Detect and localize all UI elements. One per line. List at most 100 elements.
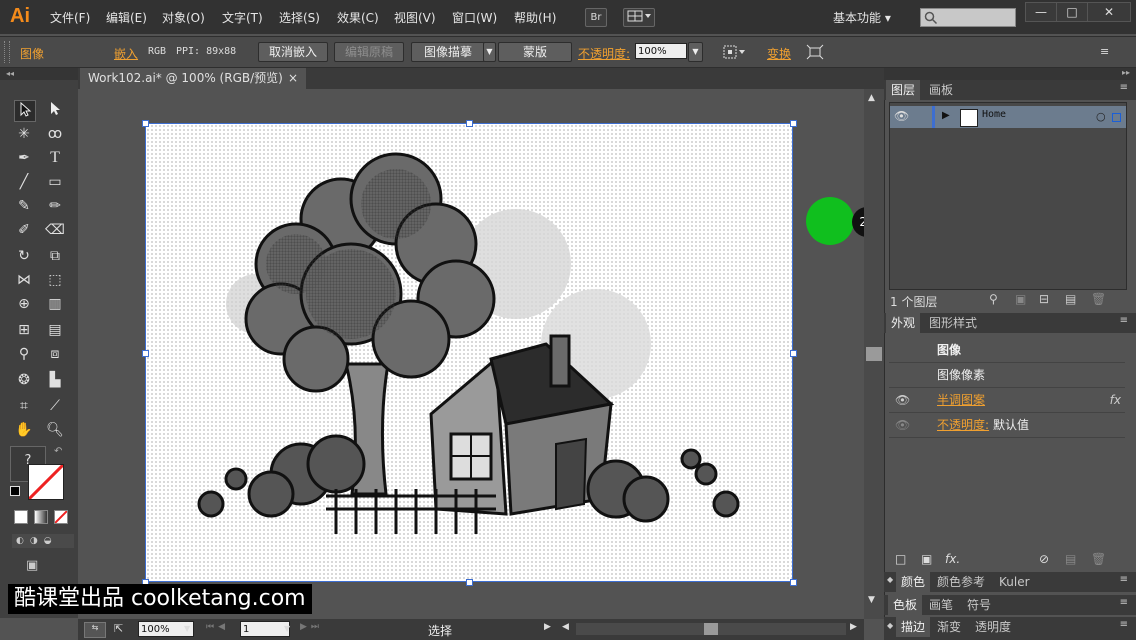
arrange-documents-button[interactable] xyxy=(623,8,655,27)
clipping-mask-icon[interactable]: ▣ xyxy=(1015,292,1026,306)
layers-menu-icon[interactable]: ≡ xyxy=(1120,82,1128,93)
menu-select[interactable]: 选择(S) xyxy=(279,9,320,26)
status-menu-icon[interactable]: ▶ xyxy=(544,622,551,632)
blob-brush-tool-icon[interactable]: ✐ xyxy=(14,220,34,240)
selection-handle-tr[interactable] xyxy=(790,120,797,127)
default-colors-icon[interactable] xyxy=(10,486,20,496)
scroll-thumb[interactable] xyxy=(866,347,882,361)
maximize-button[interactable]: □ xyxy=(1056,2,1088,22)
layer-row-home[interactable]: 👁︎ ▶ Home ○ xyxy=(890,106,1126,128)
tab-symbols[interactable]: 符号 xyxy=(962,595,996,615)
opacity-dropdown[interactable]: ▼ xyxy=(688,42,703,62)
menu-view[interactable]: 视图(V) xyxy=(394,9,436,26)
collapse-arrows-icon-2[interactable]: ◆ xyxy=(887,621,893,630)
pen-tool-icon[interactable]: ✒ xyxy=(14,148,34,168)
direct-selection-tool-icon[interactable] xyxy=(45,100,65,120)
width-tool-icon[interactable]: ⋈ xyxy=(14,270,34,290)
first-prev-artboard-icon[interactable]: ⏮◀ xyxy=(206,622,229,632)
stroke-swatch-icon[interactable] xyxy=(28,464,64,500)
tab-gradient[interactable]: 渐变 xyxy=(932,617,966,637)
tab-layers[interactable]: 图层 xyxy=(886,80,921,100)
line-tool-icon[interactable]: ╱ xyxy=(14,172,34,192)
locate-object-icon[interactable]: ⚲ xyxy=(989,292,998,306)
transform-link[interactable]: 变换 xyxy=(767,45,791,62)
grip-handle[interactable] xyxy=(4,41,10,63)
close-window-button[interactable]: ✕ xyxy=(1087,2,1131,22)
hscroll-thumb[interactable] xyxy=(704,623,718,635)
artboard-nav-icon[interactable]: ⇆ xyxy=(84,622,106,638)
rotate-tool-icon[interactable]: ↻ xyxy=(14,246,34,266)
blend-tool-icon[interactable]: ⧈ xyxy=(45,344,65,364)
add-effect-icon[interactable]: fx. xyxy=(945,552,960,566)
visibility-eye-icon[interactable]: 👁︎ xyxy=(895,388,910,412)
tab-appearance[interactable]: 外观 xyxy=(886,313,921,333)
zoom-tool-icon[interactable]: 🔍︎ xyxy=(45,420,65,440)
new-sublayer-icon[interactable]: ⊟ xyxy=(1039,292,1049,306)
rectangle-tool-icon[interactable]: ▭ xyxy=(45,172,65,192)
edit-original-button[interactable]: 编辑原稿 xyxy=(334,42,404,62)
color-menu-icon[interactable]: ≡ xyxy=(1120,574,1128,585)
lasso-tool-icon[interactable]: ꝏ xyxy=(45,124,65,144)
pencil-tool-icon[interactable]: ✏ xyxy=(45,196,65,216)
add-fill-icon[interactable]: ▣ xyxy=(921,552,932,566)
scroll-down-icon[interactable]: ▼ xyxy=(868,595,875,605)
selected-square-icon[interactable] xyxy=(1112,113,1121,122)
gradient-mode-icon[interactable] xyxy=(34,510,48,524)
bridge-button[interactable]: Br xyxy=(585,8,607,27)
artboard[interactable] xyxy=(145,123,793,582)
share-icon[interactable]: ⇱ xyxy=(114,622,123,635)
opacity-input[interactable]: 100% xyxy=(635,43,687,59)
color-mode-icon[interactable] xyxy=(14,510,28,524)
new-layer-icon[interactable]: ▤ xyxy=(1065,292,1076,306)
expand-panels-icon[interactable]: ▸▸ xyxy=(884,68,1136,80)
fx-icon[interactable]: fx xyxy=(1110,388,1121,412)
duplicate-item-icon[interactable]: ▤ xyxy=(1065,552,1076,566)
clear-appearance-icon[interactable]: ⊘ xyxy=(1039,552,1049,566)
scroll-up-icon[interactable]: ▲ xyxy=(868,93,875,103)
appearance-row-image[interactable]: 图像 xyxy=(889,338,1125,363)
help-search-input[interactable] xyxy=(920,8,1016,27)
gradient-tool-icon[interactable]: ▤ xyxy=(45,320,65,340)
selection-handle-mr[interactable] xyxy=(790,350,797,357)
isolate-icon[interactable] xyxy=(806,44,824,60)
menu-file[interactable]: 文件(F) xyxy=(50,9,90,26)
collapse-icon[interactable]: ◂◂ xyxy=(0,68,78,80)
tab-color[interactable]: 颜色 xyxy=(896,572,931,592)
menu-edit[interactable]: 编辑(E) xyxy=(106,9,147,26)
zoom-dropdown-icon[interactable]: ▼ xyxy=(184,621,196,637)
target-circle-icon[interactable]: ○ xyxy=(1096,110,1106,123)
slice-tool-icon[interactable]: ⟋ xyxy=(45,396,65,416)
selection-handle-tl[interactable] xyxy=(142,120,149,127)
opacity-label[interactable]: 不透明度: xyxy=(578,45,630,62)
menu-type[interactable]: 文字(T) xyxy=(222,9,263,26)
swatches-menu-icon[interactable]: ≡ xyxy=(1120,597,1128,608)
symbol-sprayer-tool-icon[interactable]: ❂ xyxy=(14,370,34,390)
selection-tool-icon[interactable] xyxy=(14,100,36,122)
menu-object[interactable]: 对象(O) xyxy=(162,9,205,26)
expand-triangle-icon[interactable]: ▶ xyxy=(942,110,950,121)
image-trace-button[interactable]: 图像描摹 xyxy=(411,42,485,62)
unembed-button[interactable]: 取消嵌入 xyxy=(258,42,328,62)
layer-name[interactable]: Home xyxy=(982,109,1006,120)
free-transform-tool-icon[interactable]: ⬚ xyxy=(45,270,65,290)
delete-item-icon[interactable]: 🗑︎ xyxy=(1091,552,1106,566)
none-mode-icon[interactable] xyxy=(54,510,68,524)
menu-help[interactable]: 帮助(H) xyxy=(514,9,556,26)
minimize-button[interactable]: — xyxy=(1025,2,1057,22)
tab-brushes[interactable]: 画笔 xyxy=(924,595,958,615)
appearance-row-pixels[interactable]: 图像像素 xyxy=(889,363,1125,388)
artboard-dropdown-icon[interactable]: ▼ xyxy=(284,621,296,637)
mask-button[interactable]: 蒙版 xyxy=(498,42,572,62)
tab-graphic-styles[interactable]: 图形样式 xyxy=(924,313,982,333)
tab-transparency[interactable]: 透明度 xyxy=(970,617,1016,637)
opacity-link[interactable]: 不透明度: xyxy=(937,413,989,437)
horizontal-scrollbar[interactable] xyxy=(576,623,846,635)
appearance-row-opacity[interactable]: 👁︎ 不透明度: 默认值 xyxy=(889,413,1125,438)
screen-mode-icon[interactable]: ▣ xyxy=(26,558,48,574)
artboard-number-input[interactable]: 1 xyxy=(240,621,290,637)
image-trace-dropdown[interactable]: ▼ xyxy=(483,42,496,62)
artboard-tool-icon[interactable]: ⌗ xyxy=(14,396,34,416)
tab-stroke[interactable]: 描边 xyxy=(896,617,931,637)
eraser-tool-icon[interactable]: ⌫ xyxy=(45,220,65,240)
selection-handle-bc[interactable] xyxy=(466,579,473,586)
